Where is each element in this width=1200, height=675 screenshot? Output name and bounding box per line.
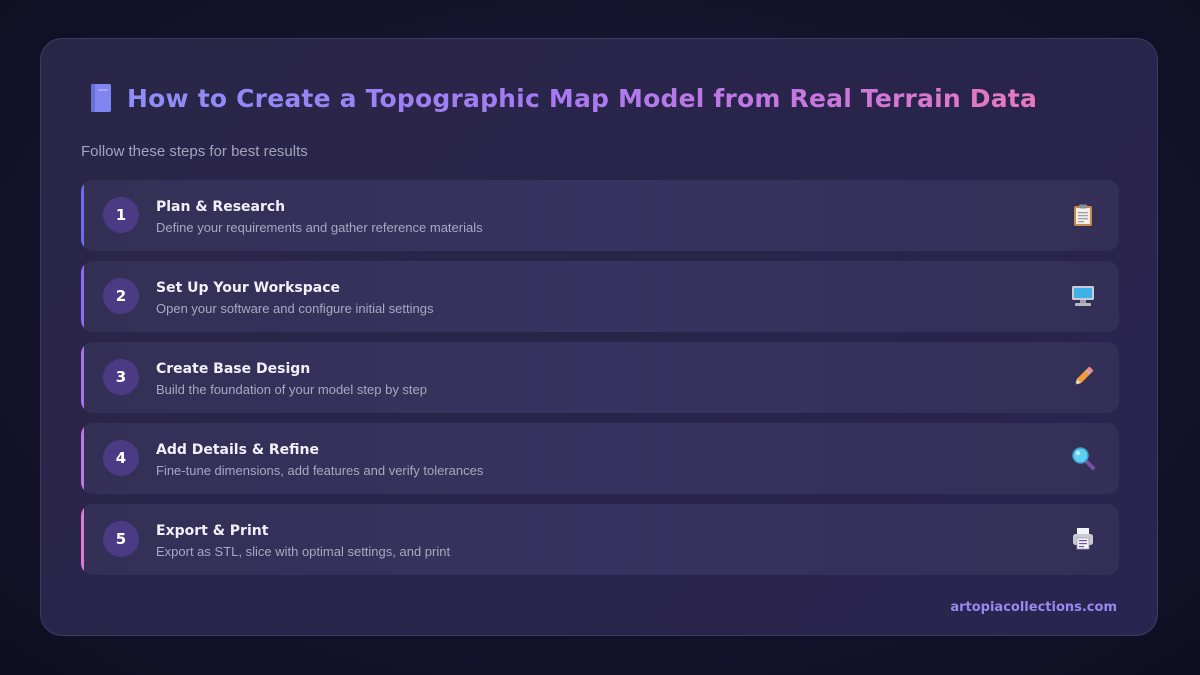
step-description: Export as STL, slice with optimal settin… (156, 544, 451, 559)
step-text: Export & Print Export as STL, slice with… (156, 522, 450, 561)
step-text: Create Base Design Build the foundation … (156, 360, 427, 399)
step-number-badge: 3 (103, 359, 139, 395)
step-number-badge: 2 (103, 278, 139, 314)
magnifier-icon (1072, 447, 1095, 470)
step-title: Add Details & Refine (156, 442, 320, 458)
printer-icon (1073, 528, 1093, 550)
step-accent-bar (81, 342, 84, 413)
step-item-4: 4 Add Details & Refine Fine-tune dimensi… (81, 423, 1119, 494)
computer-icon (1072, 286, 1094, 306)
step-description: Open your software and configure initial… (156, 301, 434, 316)
step-number-badge: 4 (103, 440, 139, 476)
step-title: Plan & Research (156, 199, 286, 215)
step-text: Set Up Your Workspace Open your software… (156, 279, 434, 318)
step-accent-bar (81, 423, 84, 494)
step-text: Plan & Research Define your requirements… (156, 198, 483, 237)
pencil-icon (1075, 366, 1094, 385)
step-number-badge: 5 (103, 521, 139, 557)
step-title: Export & Print (156, 523, 269, 539)
step-description: Build the foundation of your model step … (156, 382, 428, 397)
title-row: How to Create a Topographic Map Model fr… (89, 83, 1037, 113)
step-title: Set Up Your Workspace (156, 280, 340, 296)
step-text: Add Details & Refine Fine-tune dimension… (156, 441, 483, 480)
step-description: Fine-tune dimensions, add features and v… (156, 463, 484, 478)
step-accent-bar (81, 504, 84, 575)
step-title: Create Base Design (156, 361, 311, 377)
step-item-5: 5 Export & Print Export as STL, slice wi… (81, 504, 1119, 575)
page-title: How to Create a Topographic Map Model fr… (127, 83, 1038, 113)
step-item-3: 3 Create Base Design Build the foundatio… (81, 342, 1119, 413)
step-description: Define your requirements and gather refe… (156, 220, 483, 235)
clipboard-icon (1074, 204, 1092, 226)
page-subtitle: Follow these steps for best results (81, 143, 308, 160)
steps-list: 1 Plan & Research Define your requiremen… (81, 180, 1119, 585)
step-item-1: 1 Plan & Research Define your requiremen… (81, 180, 1119, 251)
step-item-2: 2 Set Up Your Workspace Open your softwa… (81, 261, 1119, 332)
step-number-badge: 1 (103, 197, 139, 233)
step-accent-bar (81, 261, 84, 332)
step-accent-bar (81, 180, 84, 251)
footer-site-link[interactable]: artopiacollections.com (950, 600, 1117, 615)
instruction-card: How to Create a Topographic Map Model fr… (40, 38, 1158, 636)
page-background: How to Create a Topographic Map Model fr… (0, 0, 1200, 675)
notebook-icon (91, 84, 111, 112)
